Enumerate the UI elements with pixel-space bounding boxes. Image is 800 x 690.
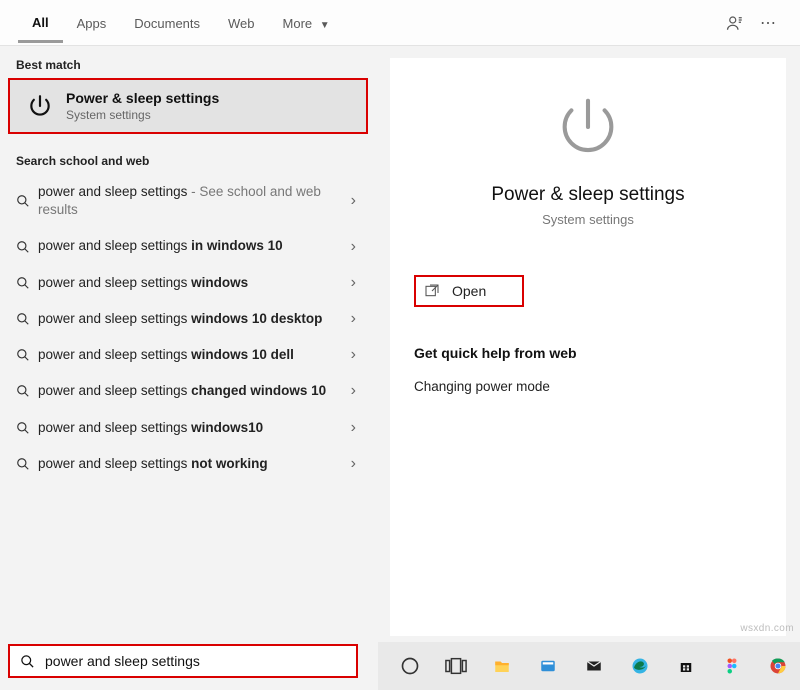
app-icon-blue[interactable] [536, 654, 560, 678]
chevron-down-icon: ▼ [320, 20, 330, 31]
open-label: Open [452, 283, 486, 299]
suggestion-text: power and sleep settings changed windows… [38, 382, 345, 400]
search-input[interactable] [45, 653, 346, 669]
open-icon [424, 283, 440, 299]
tab-documents[interactable]: Documents [120, 4, 214, 41]
search-bar[interactable] [8, 644, 358, 678]
power-icon [26, 92, 54, 120]
search-web-header: Search school and web [0, 142, 378, 174]
chevron-right-icon[interactable]: › [345, 274, 362, 292]
results-panel: Best match Power & sleep settings System… [0, 46, 378, 636]
suggestion-row[interactable]: power and sleep settings windows10› [0, 410, 372, 446]
preview-subtitle: System settings [414, 212, 762, 227]
best-match-title: Power & sleep settings [66, 90, 219, 106]
suggestion-text: power and sleep settings - See school an… [38, 183, 345, 219]
tab-all[interactable]: All [18, 3, 63, 43]
preview-panel: Power & sleep settings System settings O… [390, 58, 786, 636]
open-button[interactable]: Open [414, 275, 524, 307]
suggestion-row[interactable]: power and sleep settings windows 10 dell… [0, 337, 372, 373]
figma-icon[interactable] [720, 654, 744, 678]
chevron-right-icon[interactable]: › [345, 310, 362, 328]
suggestion-row[interactable]: power and sleep settings in windows 10› [0, 228, 372, 264]
best-match-result[interactable]: Power & sleep settings System settings [8, 78, 368, 134]
suggestion-row[interactable]: power and sleep settings windows› [0, 265, 372, 301]
search-icon [16, 457, 38, 471]
chevron-right-icon[interactable]: › [345, 382, 362, 400]
suggestion-text: power and sleep settings windows [38, 274, 345, 292]
taskbar [378, 642, 800, 690]
chrome-icon[interactable] [766, 654, 790, 678]
file-explorer-icon[interactable] [490, 654, 514, 678]
feedback-icon[interactable] [726, 14, 754, 32]
suggestion-list: power and sleep settings - See school an… [0, 174, 378, 482]
suggestion-text: power and sleep settings windows 10 dell [38, 346, 345, 364]
tab-web[interactable]: Web [214, 4, 269, 41]
chevron-right-icon[interactable]: › [345, 346, 362, 364]
suggestion-row[interactable]: power and sleep settings - See school an… [0, 174, 372, 228]
search-icon [16, 194, 38, 208]
more-options-icon[interactable]: ⋯ [754, 13, 782, 33]
mail-icon[interactable] [582, 654, 606, 678]
tab-more[interactable]: More ▼ [269, 4, 344, 41]
quick-help-link[interactable]: Changing power mode [414, 379, 762, 394]
search-icon [16, 276, 38, 290]
suggestion-text: power and sleep settings not working [38, 455, 345, 473]
tab-apps[interactable]: Apps [63, 4, 121, 41]
suggestion-text: power and sleep settings in windows 10 [38, 237, 345, 255]
suggestion-text: power and sleep settings windows 10 desk… [38, 310, 345, 328]
store-icon[interactable] [674, 654, 698, 678]
chevron-right-icon[interactable]: › [345, 455, 362, 473]
search-icon [16, 384, 38, 398]
tab-more-label: More [283, 16, 313, 31]
suggestion-text: power and sleep settings windows10 [38, 419, 345, 437]
suggestion-row[interactable]: power and sleep settings changed windows… [0, 373, 372, 409]
chevron-right-icon[interactable]: › [345, 238, 362, 256]
search-icon [16, 348, 38, 362]
search-icon [20, 654, 35, 669]
chevron-right-icon[interactable]: › [345, 419, 362, 437]
preview-title: Power & sleep settings [414, 184, 762, 206]
suggestion-row[interactable]: power and sleep settings not working› [0, 446, 372, 482]
watermark: wsxdn.com [740, 623, 794, 634]
cortana-icon[interactable] [398, 654, 422, 678]
edge-icon[interactable] [628, 654, 652, 678]
quick-help-header: Get quick help from web [414, 345, 762, 361]
task-view-icon[interactable] [444, 654, 468, 678]
best-match-header: Best match [0, 46, 378, 78]
search-icon [16, 312, 38, 326]
suggestion-row[interactable]: power and sleep settings windows 10 desk… [0, 301, 372, 337]
chevron-right-icon[interactable]: › [345, 192, 362, 210]
power-icon [553, 92, 623, 162]
scope-tabs: All Apps Documents Web More ▼ ⋯ [0, 0, 800, 46]
search-icon [16, 421, 38, 435]
search-icon [16, 240, 38, 254]
best-match-subtitle: System settings [66, 108, 219, 122]
